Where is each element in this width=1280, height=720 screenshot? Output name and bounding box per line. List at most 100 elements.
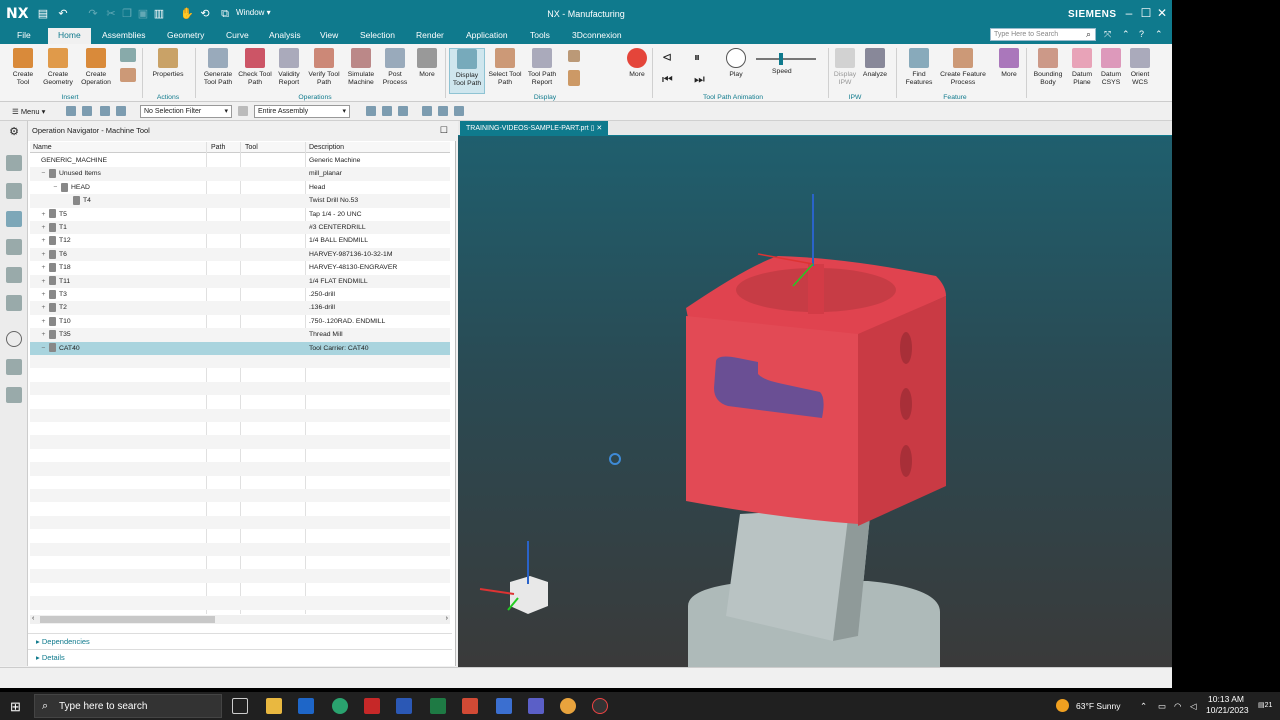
table-row[interactable]: + T35 Thread Mill	[30, 328, 450, 342]
create-operation-button[interactable]: Create Operation	[78, 48, 114, 87]
maximize-icon[interactable]: ☐	[1139, 6, 1153, 20]
3d-viewport[interactable]	[458, 136, 1172, 667]
filter-icon[interactable]	[100, 106, 110, 116]
file-explorer-icon[interactable]	[266, 698, 282, 714]
roles-icon[interactable]	[6, 295, 22, 311]
constraint-navigator-icon[interactable]	[6, 183, 22, 199]
excel-icon[interactable]	[430, 698, 446, 714]
operation-navigator-icon[interactable]	[6, 211, 22, 227]
network-icon[interactable]: ▭	[1158, 701, 1166, 712]
expand-toggle-icon[interactable]: +	[40, 208, 47, 221]
display-ipw-button[interactable]: Display IPW	[832, 48, 858, 87]
column-path[interactable]: Path	[211, 142, 225, 153]
edge-icon[interactable]	[332, 698, 348, 714]
layer-icon[interactable]	[454, 106, 464, 116]
properties-button[interactable]: Properties	[148, 48, 188, 79]
speed-slider-thumb[interactable]	[779, 53, 783, 65]
create-feature-process-button[interactable]: Create Feature Process	[938, 48, 988, 87]
table-row[interactable]: + T1 #3 CENTERDRILL	[30, 221, 450, 235]
taskbar-search[interactable]: ⌕ Type here to search	[34, 694, 222, 718]
post-process-button[interactable]: Post Process	[380, 48, 410, 87]
more-operations-button[interactable]: More	[414, 48, 440, 79]
tab-home[interactable]: Home	[48, 28, 91, 44]
table-row[interactable]: + T5 Tap 1/4 - 20 UNC	[30, 208, 450, 221]
scrollbar-thumb[interactable]	[40, 616, 215, 623]
expand-toggle-icon[interactable]: +	[40, 288, 47, 301]
close-icon[interactable]: ✕	[1155, 6, 1169, 20]
shade-icon[interactable]	[438, 106, 448, 116]
tools-icon[interactable]	[6, 359, 22, 375]
tab-tools[interactable]: Tools	[530, 30, 550, 40]
expand-toggle-icon[interactable]: +	[40, 315, 47, 328]
search-icon[interactable]: ⌕	[1086, 29, 1091, 40]
table-row[interactable]: + T6 HARVEY-987136-10-32-1M	[30, 247, 450, 262]
reuse-library-icon[interactable]	[6, 267, 22, 283]
table-row[interactable]: + T2 .136-drill	[30, 301, 450, 315]
tool-path-report-button[interactable]: Tool Path Report	[524, 48, 560, 87]
machine-icon[interactable]	[6, 387, 22, 403]
table-row[interactable]: + T18 HARVEY-48130-ENGRAVER	[30, 261, 450, 274]
select-body-icon[interactable]	[398, 106, 408, 116]
generate-tool-path-button[interactable]: Generate Tool Path	[200, 48, 236, 87]
help-icon[interactable]: ?	[1139, 29, 1144, 39]
tab-application[interactable]: Application	[466, 30, 508, 40]
nx-app-icon[interactable]	[364, 698, 380, 714]
step-back-icon[interactable]: ⏮	[662, 72, 673, 87]
orient-wcs-button[interactable]: Orient WCS	[1126, 48, 1154, 87]
select-icon[interactable]	[66, 106, 76, 116]
task-view-icon[interactable]	[232, 698, 248, 714]
obs-icon[interactable]	[592, 698, 608, 714]
minimize-icon[interactable]: –	[1122, 6, 1136, 20]
select-face-icon[interactable]	[382, 106, 392, 116]
scroll-left-icon[interactable]: ‹	[32, 615, 34, 622]
display-tool-path-button[interactable]: Display Tool Path	[449, 48, 485, 94]
history-icon[interactable]	[6, 331, 22, 347]
rewind-icon[interactable]: ⊲	[662, 50, 672, 64]
details-panel[interactable]: ▸ Details	[28, 649, 452, 663]
people-app-icon[interactable]	[496, 698, 512, 714]
tab-file[interactable]: File	[17, 30, 31, 40]
command-search-input[interactable]: Type Here to Search	[990, 28, 1096, 41]
expand-toggle-icon[interactable]: −	[40, 167, 47, 180]
chrome-icon[interactable]	[560, 698, 576, 714]
verify-tool-path-button[interactable]: Verify Tool Path	[306, 48, 342, 87]
scope-dropdown[interactable]: Entire Assembly ▾	[254, 105, 350, 118]
show-hidden-icons[interactable]: ⌃	[1140, 701, 1147, 712]
column-description[interactable]: Description	[309, 142, 344, 153]
table-row[interactable]: + T12 1/4 BALL ENDMILL	[30, 234, 450, 247]
filter-funnel-icon[interactable]	[238, 106, 248, 116]
windows-start-icon[interactable]: ⊞	[10, 699, 21, 715]
insert-extra-icon-2[interactable]	[120, 68, 136, 82]
part-tab[interactable]: TRAINING-VIDEOS-SAMPLE-PART.prt ▯ ✕	[460, 121, 609, 136]
weather-text[interactable]: 63°F Sunny	[1076, 701, 1121, 711]
expand-toggle-icon[interactable]: −	[40, 342, 47, 355]
expand-ribbon-icon[interactable]: ⌃	[1155, 29, 1163, 40]
table-row[interactable]: − HEAD Head	[30, 181, 450, 194]
tab-render[interactable]: Render	[416, 30, 444, 40]
table-row[interactable]: − Unused Items mill_planar	[30, 167, 450, 181]
select-tool-path-button[interactable]: Select Tool Path	[487, 48, 523, 87]
fit-icon[interactable]	[422, 106, 432, 116]
table-row[interactable]: − CAT40 Tool Carrier: CAT40	[30, 341, 450, 355]
more-display-button[interactable]: More	[624, 48, 650, 79]
resource-bar-icon[interactable]: ⤧	[1104, 29, 1111, 40]
clock[interactable]: 10:13 AM 10/21/2023	[1206, 694, 1249, 716]
find-features-button[interactable]: Find Features	[902, 48, 936, 87]
settings-icon[interactable]: ⚙	[6, 125, 22, 141]
tab-selection[interactable]: Selection	[360, 30, 395, 40]
create-geometry-button[interactable]: Create Geometry	[40, 48, 76, 87]
collapse-ribbon-icon[interactable]: ⌃	[1122, 29, 1130, 40]
check-tool-path-button[interactable]: Check Tool Path	[238, 48, 272, 87]
expand-toggle-icon[interactable]: +	[40, 221, 47, 234]
scroll-right-icon[interactable]: ›	[446, 615, 448, 622]
maximize-panel-icon[interactable]: ☐	[440, 125, 448, 136]
pause-icon[interactable]: ⏸	[694, 50, 700, 65]
snap-icon[interactable]	[82, 106, 92, 116]
create-tool-button[interactable]: Create Tool	[6, 48, 40, 87]
datum-plane-button[interactable]: Datum Plane	[1068, 48, 1096, 87]
notification-icon[interactable]: ▤21	[1258, 701, 1272, 709]
column-tool[interactable]: Tool	[245, 142, 258, 153]
display-extra-icon-2[interactable]	[568, 70, 580, 86]
table-row[interactable]: GENERIC_MACHINE Generic Machine	[30, 154, 450, 167]
display-extra-icon[interactable]	[568, 50, 580, 62]
